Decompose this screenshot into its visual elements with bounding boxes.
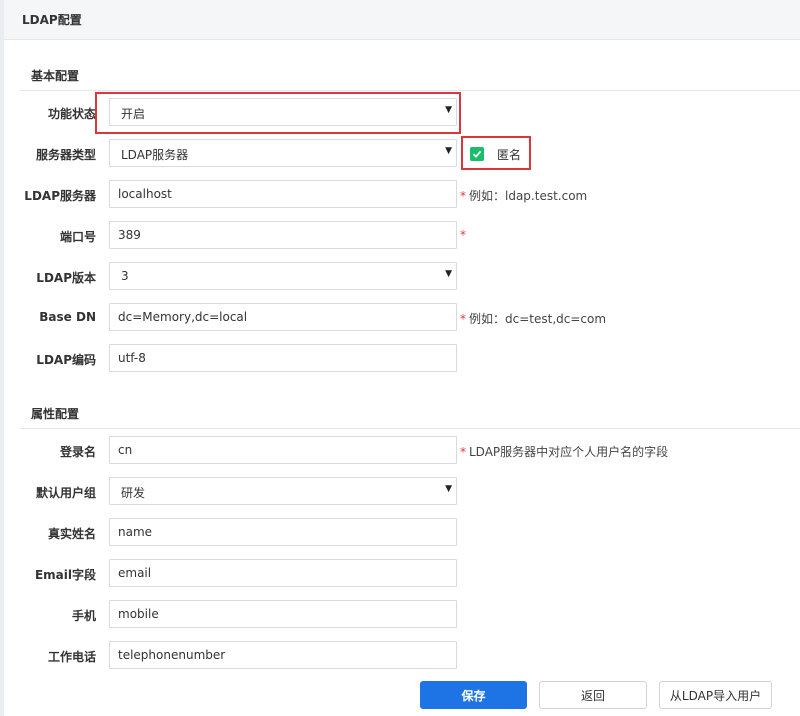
highlight-box-status xyxy=(95,92,461,134)
row-base-dn: Base DN dc=Memory,dc=local * 例如：dc=test,d… xyxy=(0,303,800,331)
server-hint-text: 例如：ldap.test.com xyxy=(469,189,588,203)
real-name-label: 真实姓名 xyxy=(47,527,96,541)
section-title-basic: 基本配置 xyxy=(31,69,80,83)
row-real-name: 真实姓名 name xyxy=(0,518,800,546)
highlight-box-anonymous xyxy=(461,136,531,170)
required-mark: * xyxy=(460,312,466,326)
row-email: Email字段 email xyxy=(0,559,800,587)
mobile-label: 手机 xyxy=(71,609,96,623)
server-type-select[interactable]: LDAP服务器 ▼ xyxy=(109,139,457,167)
row-version: LDAP版本 3 ▼ xyxy=(0,262,800,290)
email-value: email xyxy=(118,566,152,580)
section-title-attributes: 属性配置 xyxy=(31,407,80,421)
row-phone: 工作电话 telephonenumber xyxy=(0,641,800,669)
required-mark: * xyxy=(460,445,466,459)
row-mobile: 手机 mobile xyxy=(0,600,800,628)
login-name-value: cn xyxy=(118,443,133,457)
real-name-value: name xyxy=(118,525,153,539)
base-dn-label: Base DN xyxy=(39,310,96,324)
import-from-ldap-button[interactable]: 从LDAP导入用户 xyxy=(659,681,772,709)
required-mark: * xyxy=(460,228,466,242)
mobile-value: mobile xyxy=(118,607,159,621)
status-label: 功能状态 xyxy=(47,107,96,121)
row-encoding: LDAP编码 utf-8 xyxy=(0,344,800,372)
login-name-hint-text: LDAP服务器中对应个人用户名的字段 xyxy=(469,445,669,459)
server-input[interactable]: localhost xyxy=(109,180,457,208)
port-hint: * xyxy=(460,228,469,242)
row-port: 端口号 389 * xyxy=(0,221,800,249)
port-label: 端口号 xyxy=(59,230,96,244)
server-label: LDAP服务器 xyxy=(24,189,96,203)
version-select[interactable]: 3 ▼ xyxy=(109,262,457,290)
row-server: LDAP服务器 localhost * 例如：ldap.test.com xyxy=(0,180,800,208)
section-divider xyxy=(20,428,800,429)
back-button[interactable]: 返回 xyxy=(539,681,647,709)
encoding-input[interactable]: utf-8 xyxy=(109,344,457,372)
caret-down-icon: ▼ xyxy=(445,269,452,279)
server-hint: * 例如：ldap.test.com xyxy=(460,187,587,204)
email-label: Email字段 xyxy=(34,568,96,582)
required-mark: * xyxy=(460,189,466,203)
version-value: 3 xyxy=(121,269,129,283)
panel-header: LDAP配置 xyxy=(4,0,800,40)
phone-value: telephonenumber xyxy=(118,648,226,662)
save-button[interactable]: 保存 xyxy=(420,681,527,709)
login-name-label: 登录名 xyxy=(59,445,96,459)
version-label: LDAP版本 xyxy=(36,271,96,285)
port-value: 389 xyxy=(118,228,141,242)
base-dn-hint: * 例如：dc=test,dc=com xyxy=(460,310,606,327)
phone-label: 工作电话 xyxy=(47,650,96,664)
port-input[interactable]: 389 xyxy=(109,221,457,249)
login-name-input[interactable]: cn xyxy=(109,436,457,464)
row-default-group: 默认用户组 研发 ▼ xyxy=(0,477,800,505)
caret-down-icon: ▼ xyxy=(445,146,452,156)
real-name-input[interactable]: name xyxy=(109,518,457,546)
base-dn-hint-text: 例如：dc=test,dc=com xyxy=(469,312,607,326)
panel-title: LDAP配置 xyxy=(22,13,82,27)
caret-down-icon: ▼ xyxy=(445,484,452,494)
default-group-select[interactable]: 研发 ▼ xyxy=(109,477,457,505)
row-login-name: 登录名 cn * LDAP服务器中对应个人用户名的字段 xyxy=(0,436,800,464)
server-value: localhost xyxy=(118,187,172,201)
mobile-input[interactable]: mobile xyxy=(109,600,457,628)
server-type-label: 服务器类型 xyxy=(35,148,96,162)
default-group-label: 默认用户组 xyxy=(35,486,96,500)
phone-input[interactable]: telephonenumber xyxy=(109,641,457,669)
base-dn-input[interactable]: dc=Memory,dc=local xyxy=(109,303,457,331)
server-type-value: LDAP服务器 xyxy=(121,148,189,162)
encoding-label: LDAP编码 xyxy=(36,353,96,367)
email-input[interactable]: email xyxy=(109,559,457,587)
login-name-hint: * LDAP服务器中对应个人用户名的字段 xyxy=(460,443,668,460)
base-dn-value: dc=Memory,dc=local xyxy=(118,310,248,324)
section-divider xyxy=(20,90,800,91)
encoding-value: utf-8 xyxy=(118,351,146,365)
default-group-value: 研发 xyxy=(121,486,146,500)
row-server-type: 服务器类型 LDAP服务器 ▼ xyxy=(0,139,800,167)
